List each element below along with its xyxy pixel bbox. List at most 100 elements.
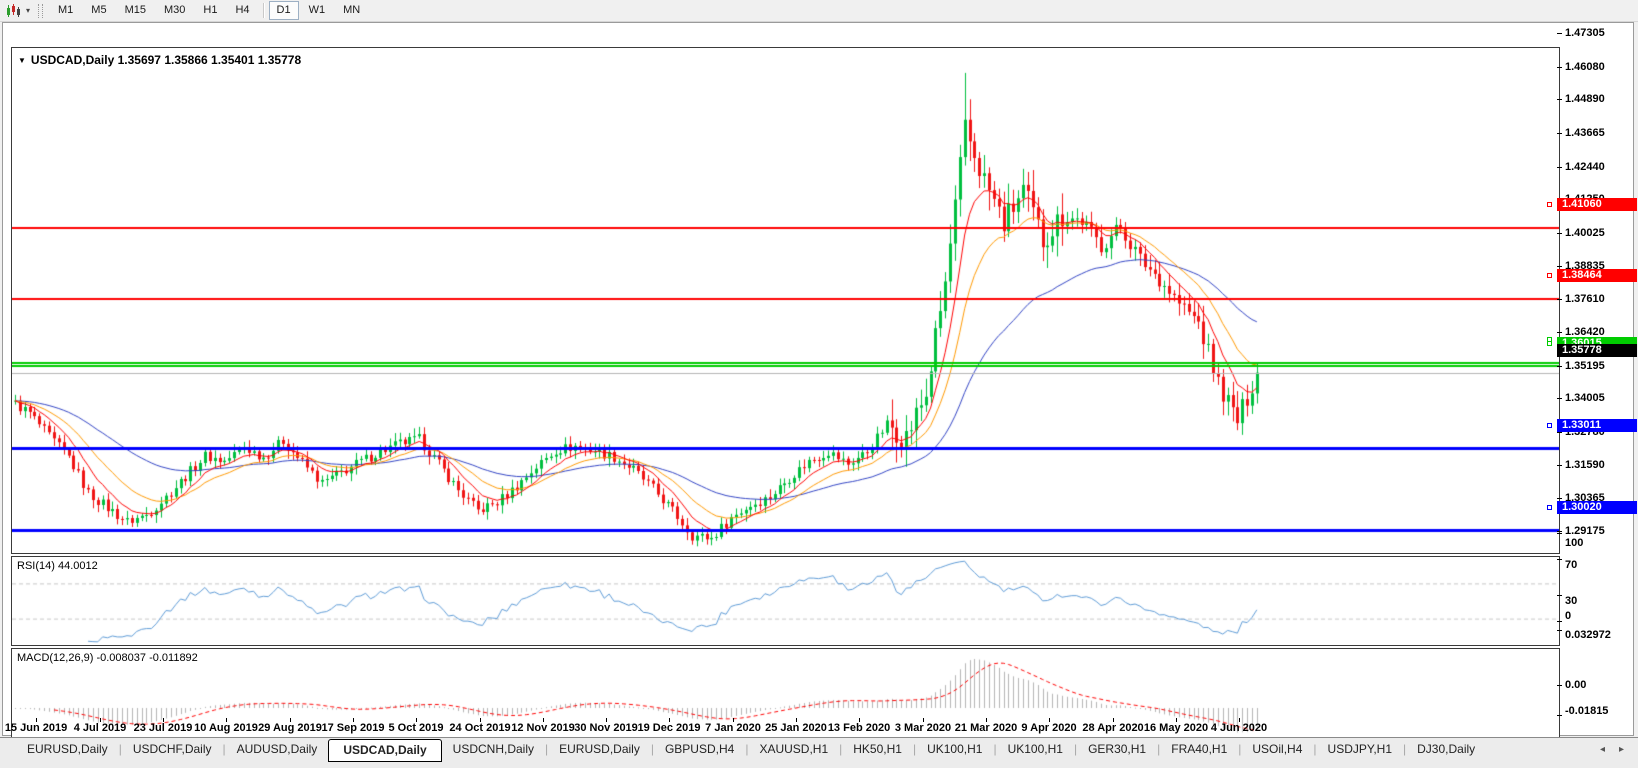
price-tick-label: 1.34005 xyxy=(1565,392,1605,404)
date-label: 7 Jan 2020 xyxy=(705,722,761,734)
price-tick-label: 1.47305 xyxy=(1565,27,1605,39)
price-tick xyxy=(1557,531,1562,532)
price-line-tag: 1.41060 xyxy=(1557,198,1637,211)
rsi-tick-label: 0 xyxy=(1565,610,1572,622)
date-label: 28 Apr 2020 xyxy=(1082,722,1144,734)
chart-tab-XAUUSD-H1[interactable]: XAUUSD,H1 xyxy=(748,738,839,759)
price-tick-label: 1.31590 xyxy=(1565,459,1605,471)
current-price-tag: 1.35778 xyxy=(1557,344,1637,357)
rsi-tick-label: 70 xyxy=(1565,559,1578,571)
timeframe-button-H1[interactable]: H1 xyxy=(195,1,225,20)
rsi-tick-label: 100 xyxy=(1565,537,1584,549)
date-label: 25 Jan 2020 xyxy=(765,722,827,734)
tabs-scroll-left-icon[interactable]: ◂ xyxy=(1600,744,1605,755)
chart-tab-USOil-H4[interactable]: USOil,H4 xyxy=(1241,738,1313,759)
chart-tab-HK50-H1[interactable]: HK50,H1 xyxy=(842,738,913,759)
periods-dropdown-icon[interactable]: ▾ xyxy=(22,6,34,15)
date-label: 13 Feb 2020 xyxy=(827,722,891,734)
rsi-canvas[interactable] xyxy=(12,557,1559,645)
date-label: 30 Nov 2019 xyxy=(574,722,638,734)
main-chart-canvas[interactable] xyxy=(12,48,1559,553)
macd-tick xyxy=(1557,685,1562,686)
price-tick xyxy=(1557,266,1562,267)
price-line-tag: 1.33011 xyxy=(1557,419,1637,432)
rsi-tick-label: 30 xyxy=(1565,595,1578,607)
timeframe-button-W1[interactable]: W1 xyxy=(301,1,334,20)
hline-anchor-square[interactable] xyxy=(1547,505,1552,510)
tabs-scroll-right-icon[interactable]: ▸ xyxy=(1619,744,1624,755)
periods-icon[interactable] xyxy=(4,3,22,19)
chart-tab-EURUSD-Daily[interactable]: EURUSD,Daily xyxy=(548,738,651,759)
date-label: 17 Sep 2019 xyxy=(321,722,385,734)
price-tick xyxy=(1557,332,1562,333)
date-label: 4 Jun 2020 xyxy=(1210,722,1268,734)
price-tick-label: 1.29175 xyxy=(1565,525,1605,537)
time-axis[interactable]: 15 Jun 2019 4 Jul 2019 23 Jul 2019 10 Aug 2… xyxy=(0,718,1556,736)
timeframe-button-MN[interactable]: MN xyxy=(335,1,368,20)
timeframe-button-D1[interactable]: D1 xyxy=(268,1,299,20)
price-tick-label: 1.40025 xyxy=(1565,227,1605,239)
hline-anchor-square[interactable] xyxy=(1547,273,1552,278)
rsi-tick xyxy=(1557,621,1562,622)
price-tick xyxy=(1557,398,1562,399)
date-label: 21 Mar 2020 xyxy=(954,722,1018,734)
price-tick xyxy=(1557,465,1562,466)
timeframe-button-M1[interactable]: M1 xyxy=(50,1,81,20)
chart-title: ▼ USDCAD,Daily 1.35697 1.35866 1.35401 1… xyxy=(18,53,301,67)
price-tick xyxy=(1557,99,1562,100)
chart-menu-icon[interactable]: ▼ xyxy=(18,56,26,65)
price-tick xyxy=(1557,233,1562,234)
price-tick xyxy=(1557,167,1562,168)
chart-tab-AUDUSD-Daily[interactable]: AUDUSD,Daily xyxy=(226,738,329,759)
price-tick-label: 1.42440 xyxy=(1565,161,1605,173)
macd-tick-label: 0.00 xyxy=(1565,679,1587,691)
price-tick xyxy=(1557,67,1562,68)
rsi-tick xyxy=(1557,533,1562,534)
chart-tab-DJ30-Daily[interactable]: DJ30,Daily xyxy=(1406,738,1486,759)
timeframe-button-H4[interactable]: H4 xyxy=(227,1,257,20)
price-axis[interactable]: 1.473051.460801.448901.436651.424401.412… xyxy=(1556,0,1638,720)
price-tick-label: 1.35195 xyxy=(1565,360,1605,372)
price-line-tag: 1.38464 xyxy=(1557,269,1637,282)
macd-label: MACD(12,26,9) -0.008037 -0.011892 xyxy=(17,652,198,664)
timeframe-button-M5[interactable]: M5 xyxy=(83,1,114,20)
chart-tab-USDJPY-H1[interactable]: USDJPY,H1 xyxy=(1317,738,1403,759)
main-chart-panel: ▼ USDCAD,Daily 1.35697 1.35866 1.35401 1… xyxy=(11,47,1560,554)
price-tick xyxy=(1557,498,1562,499)
timeframe-button-M15[interactable]: M15 xyxy=(117,1,154,20)
tabs-scroll: ◂ ▸ xyxy=(1600,738,1624,755)
chart-tab-UK100-H1[interactable]: UK100,H1 xyxy=(997,738,1074,759)
chart-tab-UK100-H1[interactable]: UK100,H1 xyxy=(916,738,993,759)
hline-anchor-square[interactable] xyxy=(1547,202,1552,207)
date-label: 5 Oct 2019 xyxy=(388,722,444,734)
date-label: 23 Jul 2019 xyxy=(133,722,193,734)
date-label: 15 Jun 2019 xyxy=(4,722,68,734)
chart-tab-GBPUSD-H4[interactable]: GBPUSD,H4 xyxy=(654,738,745,759)
chart-tab-USDCHF-Daily[interactable]: USDCHF,Daily xyxy=(122,738,223,759)
chart-tabs: EURUSD,Daily | USDCHF,Daily | AUDUSD,Daily US… xyxy=(0,738,1486,764)
timeframe-button-M30[interactable]: M30 xyxy=(156,1,193,20)
chart-tabs-bar: EURUSD,Daily | USDCHF,Daily | AUDUSD,Daily US… xyxy=(0,737,1638,768)
macd-tick-label: -0.01815 xyxy=(1565,705,1609,717)
hline-anchor-square[interactable] xyxy=(1547,341,1552,346)
chart-tab-USDCNH-Daily[interactable]: USDCNH,Daily xyxy=(442,738,545,759)
chart-tab-GER30-H1[interactable]: GER30,H1 xyxy=(1077,738,1157,759)
date-label: 9 Apr 2020 xyxy=(1021,722,1077,734)
rsi-panel: RSI(14) 44.0012 xyxy=(11,556,1560,646)
hline-anchor-square[interactable] xyxy=(1547,423,1552,428)
date-label: 29 Aug 2019 xyxy=(258,722,322,734)
chart-window: ▼ USDCAD,Daily 1.35697 1.35866 1.35401 1… xyxy=(2,22,1634,742)
toolbar-grip[interactable] xyxy=(38,3,43,18)
date-label: 19 Dec 2019 xyxy=(637,722,701,734)
price-line-tag: 1.30020 xyxy=(1557,501,1637,514)
price-tick-label: 1.37610 xyxy=(1565,293,1605,305)
chart-tab-FRA40-H1[interactable]: FRA40,H1 xyxy=(1160,738,1238,759)
date-label: 3 Mar 2020 xyxy=(894,722,952,734)
rsi-tick xyxy=(1557,595,1562,596)
chart-tab-USDCAD-Daily[interactable]: USDCAD,Daily xyxy=(328,739,442,762)
timeframe-buttons: M1 M5 M15 M30 H1 H4 D1 W1 MN xyxy=(49,1,369,20)
rsi-tick xyxy=(1557,559,1562,560)
chart-tab-EURUSD-Daily[interactable]: EURUSD,Daily xyxy=(16,738,119,759)
price-tick xyxy=(1557,33,1562,34)
chart-title-text: USDCAD,Daily 1.35697 1.35866 1.35401 1.3… xyxy=(30,53,302,67)
